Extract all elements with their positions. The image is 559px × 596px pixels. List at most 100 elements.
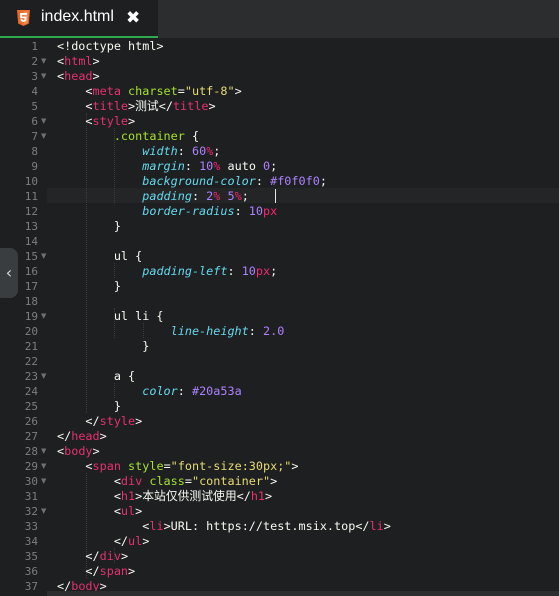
code-token: > (208, 99, 216, 113)
code-line: line-height: 2.0 (57, 324, 285, 339)
code-line: <ul> (57, 504, 142, 519)
code-token: < (57, 84, 93, 98)
line-number: 2 (31, 55, 38, 68)
code-token: < (57, 489, 121, 503)
fold-arrow-icon[interactable]: ▼ (41, 504, 46, 519)
code-line: border-radius: 10px (57, 204, 277, 219)
code-line: a { (57, 369, 135, 384)
code-token: #f0f0f0 (270, 174, 320, 188)
fold-arrow-icon[interactable]: ▼ (41, 444, 46, 459)
line-number: 23 (24, 370, 38, 383)
code-token: >URL: https://test.msix.top</ (163, 519, 370, 533)
line-number: 37 (24, 580, 38, 593)
code-token: ; (213, 144, 221, 158)
code-token: 10 (199, 159, 214, 173)
code-token: padding-left (142, 264, 228, 278)
code-token: < (57, 459, 93, 473)
tab-index-html[interactable]: index.html ✖ (0, 0, 158, 38)
code-token: a { (57, 369, 136, 383)
fold-arrow-icon[interactable]: ▼ (41, 459, 46, 474)
code-token: < (57, 474, 121, 488)
code-token: = (177, 84, 185, 98)
code-line: } (57, 279, 121, 294)
code-token: < (57, 519, 150, 533)
fold-arrow-icon[interactable]: ▼ (41, 309, 46, 324)
code-line: </head> (57, 429, 107, 444)
fold-arrow-icon[interactable]: ▼ (41, 69, 46, 84)
code-token: > (142, 534, 150, 548)
code-token: : (177, 144, 192, 158)
code-token: > (99, 429, 107, 443)
close-icon[interactable]: ✖ (126, 8, 140, 28)
code-token: .container (113, 129, 185, 143)
code-line: padding: 2% 5%; (57, 189, 249, 204)
line-number: 22 (24, 355, 38, 368)
code-token: span (92, 459, 121, 473)
code-token: : (227, 264, 242, 278)
code-token: auto (220, 159, 264, 173)
line-number: 26 (24, 415, 38, 428)
code-line: width: 60%; (57, 144, 220, 159)
code-token: : (184, 159, 200, 173)
code-line: <meta charset="utf-8"> (57, 84, 241, 99)
code-token: "container" (191, 474, 271, 488)
code-token: </ (57, 564, 100, 578)
code-token: px (263, 204, 278, 218)
code-line: margin: 10% auto 0; (57, 159, 277, 174)
code-token: h1 (250, 489, 266, 503)
code-token: > (383, 519, 391, 533)
line-number: 34 (24, 535, 38, 548)
code-token: > (128, 564, 136, 578)
code-token: title (92, 99, 129, 113)
code-token: charset (128, 84, 178, 98)
line-number: 10 (24, 175, 38, 188)
code-token: title (172, 99, 209, 113)
code-token: div (120, 474, 143, 488)
code-editor[interactable]: index.html ✖ 1 2 ▼ 3 ▼ 4 5 6 ▼ 7 ▼ 8 9 10 11 12 13 14 15 ▼ 1… (0, 0, 559, 596)
code-token: ul (120, 504, 136, 518)
code-token: #20a53a (191, 384, 242, 398)
code-line: <div class="container"> (57, 474, 277, 489)
fold-arrow-icon[interactable]: ▼ (41, 249, 46, 264)
code-line: </ul> (57, 534, 150, 549)
line-number: 36 (24, 565, 38, 578)
code-token: } (57, 279, 121, 293)
code-token: meta (92, 84, 121, 98)
code-token: >测试</ (128, 99, 173, 113)
line-number: 29 (24, 460, 38, 473)
fold-arrow-icon[interactable]: ▼ (41, 474, 46, 489)
fold-arrow-icon[interactable]: ▼ (41, 369, 46, 384)
sidebar-toggle-button[interactable]: ‹ (0, 248, 18, 298)
horizontal-scrollbar[interactable] (47, 591, 559, 596)
code-line: color: #20a53a (57, 384, 242, 399)
line-number: 1 (31, 40, 38, 53)
line-number: 31 (24, 490, 38, 503)
code-token: class (149, 474, 185, 488)
line-number: 19 (24, 310, 38, 323)
code-line: <html> (57, 54, 100, 69)
code-line: <h1>本站仅供测试使用</h1> (57, 489, 272, 504)
line-number: 6 (31, 115, 38, 128)
fold-arrow-icon[interactable]: ▼ (41, 114, 46, 129)
fold-arrow-icon[interactable]: ▼ (41, 54, 46, 69)
code-token: ; (270, 264, 278, 278)
code-token: } (57, 399, 121, 413)
code-token: 10 (241, 264, 256, 278)
code-token: body (64, 444, 93, 458)
fold-arrow-icon[interactable]: ▼ (41, 129, 46, 144)
text-cursor (275, 189, 276, 203)
code-line: <style> (57, 114, 135, 129)
code-line: } (57, 399, 121, 414)
code-token: > (92, 54, 100, 68)
code-line: ul li { (57, 309, 164, 324)
code-line: .container { (57, 129, 199, 144)
code-line: <li>URL: https://test.msix.top</li> (57, 519, 391, 534)
line-number-gutter: 1 2 ▼ 3 ▼ 4 5 6 ▼ 7 ▼ 8 9 10 11 12 13 14 15 ▼ 16 17 18 19 ▼ 20 21 2… (0, 38, 47, 596)
